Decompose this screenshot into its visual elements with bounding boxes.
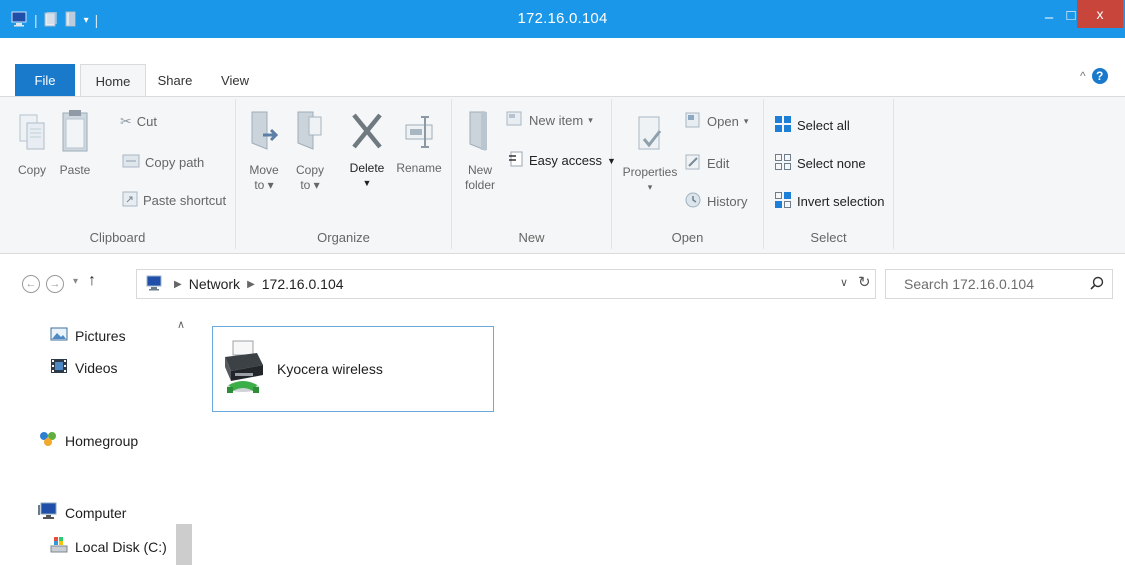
network-printer-icon [219,337,267,400]
delete-x-icon [349,111,385,155]
delete-dropdown-icon[interactable]: ▼ [363,176,372,191]
select-none-icon [774,153,792,174]
group-label: Select [810,230,847,245]
videos-icon [50,358,68,377]
select-all-button[interactable]: Select all [774,115,850,136]
breadcrumb-network[interactable]: Network [189,276,240,292]
open-group: Properties ▾ Open ▾ Edit History Open [612,99,764,249]
close-button[interactable]: x [1077,0,1123,28]
address-dropdown-button[interactable]: ∨ [840,276,848,289]
tab-view[interactable]: View [210,64,260,97]
select-all-icon [774,115,792,136]
easy-access-icon [508,151,524,170]
breadcrumb-chevron-icon[interactable]: ▶ [174,279,182,290]
chevron-down-icon: ▾ [73,276,79,287]
scrollbar-thumb[interactable] [176,524,192,565]
ribbon: Copy Paste ✂ Cut Copy path Paste shortcu… [0,96,1125,254]
delete-button[interactable]: Delete ▼ [342,111,392,191]
invert-selection-button[interactable]: Invert selection [774,191,884,212]
cut-button[interactable]: ✂ Cut [120,113,157,130]
history-icon [684,191,702,212]
homegroup-icon [38,430,58,451]
up-button[interactable]: ↑ [88,272,96,290]
copy-path-button[interactable]: Copy path [122,153,204,172]
move-to-icon [249,109,279,157]
forward-button[interactable]: → [46,275,64,293]
nav-item-videos[interactable]: Videos [50,358,118,377]
clipboard-icon [61,109,89,157]
refresh-icon: ↻ [858,274,871,291]
select-group: Select all Select none Invert selection … [764,99,894,249]
computer-icon [38,502,58,523]
select-none-button[interactable]: Select none [774,153,866,174]
new-item-icon [506,111,524,130]
refresh-button[interactable]: ↻ [858,273,871,291]
open-button[interactable]: Open ▾ [684,111,748,132]
drive-icon [50,536,68,557]
item-label: Kyocera wireless [277,361,383,377]
nav-item-local-disk[interactable]: Local Disk (C:) [50,536,167,557]
breadcrumb-chevron-icon[interactable]: ▶ [247,279,255,290]
edit-button[interactable]: Edit [684,153,729,174]
back-arrow-icon: ← [25,278,37,290]
up-arrow-icon: ↑ [88,272,96,289]
properties-button[interactable]: Properties ▾ [620,115,680,195]
clipboard-group: Copy Paste ✂ Cut Copy path Paste shortcu… [0,99,236,249]
rename-button[interactable]: Rename [394,113,444,176]
search-icon[interactable] [1090,276,1104,293]
recent-locations-button[interactable]: ▾ [73,276,78,287]
chevron-up-icon: ∧ [177,319,186,331]
group-label: New [518,230,545,245]
copy-path-icon [122,153,140,172]
group-label: Organize [317,230,370,245]
new-group: New folder New item ▾ Easy access ▼ New [452,99,616,249]
nav-item-pictures[interactable]: Pictures [50,326,126,345]
organize-group: Move to ▾ Copy to ▾ Delete ▼ Rename Orga… [236,99,452,249]
paste-button[interactable]: Paste [55,109,95,178]
copy-icon [19,113,45,157]
group-label: Open [671,230,704,245]
window-title: 172.16.0.104 [517,10,608,27]
properties-icon [636,115,664,159]
help-icon[interactable]: ? [1091,68,1108,84]
chevron-down-icon: ∨ [840,277,849,289]
copy-to-button[interactable]: Copy to ▾ [292,109,328,193]
edit-icon [684,153,702,174]
new-folder-button[interactable]: New folder [460,109,500,193]
breadcrumb-current[interactable]: 172.16.0.104 [262,276,344,292]
folder-icon [467,109,493,157]
collapse-ribbon-icon[interactable]: ^ [1080,69,1086,83]
tab-home[interactable]: Home [80,64,146,97]
move-to-button[interactable]: Move to ▾ [246,109,282,193]
invert-selection-icon [774,191,792,212]
address-bar[interactable]: ▶ Network ▶ 172.16.0.104 [136,269,876,299]
tab-file[interactable]: File [15,64,75,96]
scroll-up-button[interactable]: ∧ [177,318,185,331]
ribbon-controls: ^ ? [1080,68,1108,84]
paste-shortcut-icon [122,191,138,210]
nav-item-homegroup[interactable]: Homegroup [38,430,138,451]
group-label: Clipboard [89,230,146,245]
easy-access-button[interactable]: Easy access ▼ [508,151,616,170]
title-bar: | ▾ | 172.16.0.104 – □ x [0,0,1125,38]
open-icon [684,111,702,132]
new-item-button[interactable]: New item ▾ [506,111,593,130]
search-input[interactable]: Search 172.16.0.104 [885,269,1113,299]
nav-item-computer[interactable]: Computer [38,502,126,523]
copy-button[interactable]: Copy [12,113,52,178]
computer-icon [145,275,163,294]
forward-arrow-icon: → [49,278,61,290]
list-item[interactable]: Kyocera wireless [212,326,494,412]
copy-to-icon [295,109,325,157]
pictures-icon [50,326,68,345]
scissors-icon: ✂ [120,113,132,129]
rename-icon [404,113,434,155]
paste-shortcut-button[interactable]: Paste shortcut [122,191,226,210]
history-button[interactable]: History [684,191,747,212]
tab-share[interactable]: Share [148,64,202,97]
back-button[interactable]: ← [22,275,40,293]
